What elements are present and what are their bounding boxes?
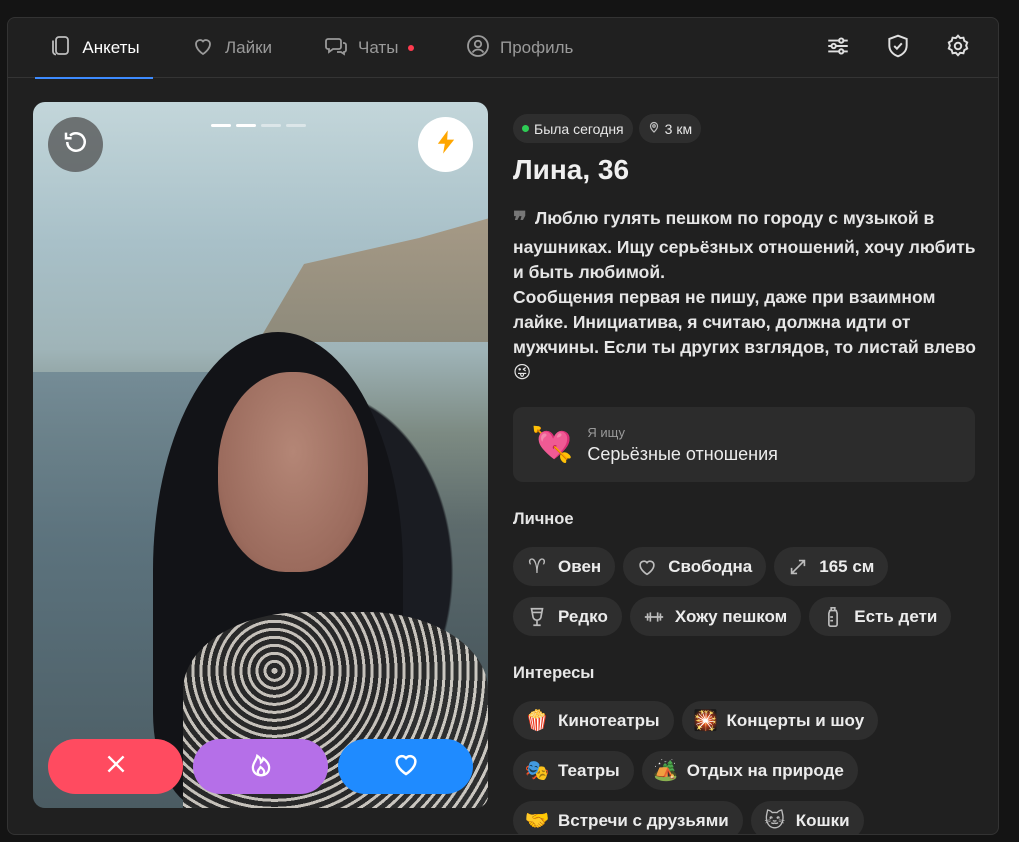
profile-photo[interactable]	[33, 102, 488, 808]
seeking-label: Я ищу	[587, 424, 625, 440]
dumbbell-icon	[641, 604, 667, 630]
top-navigation: Анкеты Лайки Чаты Профиль	[8, 18, 998, 79]
chip-label: Редко	[558, 606, 608, 626]
boost-button[interactable]	[418, 117, 473, 172]
location-pin-icon	[648, 120, 660, 137]
undo-button[interactable]	[48, 117, 103, 172]
baby-bottle-icon	[820, 604, 846, 630]
tab-profile[interactable]: Профиль	[466, 18, 573, 78]
popcorn-icon: 🍿	[524, 710, 550, 732]
status-badge: Была сегодня	[513, 114, 633, 143]
bio-text: Люблю гулять пешком по городу с музыкой …	[513, 208, 976, 382]
chip-height: 165 см	[774, 547, 889, 586]
app-window: Анкеты Лайки Чаты Профиль Была сегодня 3…	[7, 17, 999, 835]
fireworks-icon: 🎇	[693, 710, 718, 732]
chip-label: 165 см	[819, 556, 875, 576]
chip-label: Хожу пешком	[674, 606, 788, 626]
aries-icon: ♈︎	[528, 556, 546, 578]
quote-icon: ❞	[513, 207, 527, 237]
photo-progress-segment	[286, 124, 306, 127]
photo-progress	[211, 124, 306, 127]
super-like-button[interactable]	[193, 739, 328, 794]
interests-title: Интересы	[513, 664, 595, 682]
photo-hill	[258, 218, 488, 342]
tab-chats[interactable]: Чаты	[324, 18, 415, 78]
tab-profile-label: Профиль	[500, 38, 574, 57]
chip-label: Свободна	[668, 556, 753, 576]
heart-icon	[391, 749, 421, 784]
safety-button[interactable]	[884, 34, 912, 62]
like-button[interactable]	[338, 739, 473, 794]
photo-progress-segment	[261, 124, 281, 127]
chip-interest: 🎭 Театры	[513, 751, 634, 790]
height-icon	[785, 554, 811, 580]
status-text: Была сегодня	[534, 120, 624, 137]
heart-outline-icon	[634, 554, 660, 580]
profile-info: Была сегодня 3 км Лина, 36 ❞ Люблю гулять…	[513, 114, 978, 834]
online-dot	[522, 125, 529, 132]
chip-interest: 🤝 Встречи с друзьями	[513, 801, 743, 834]
chip-alcohol: Редко	[513, 597, 622, 636]
chip-label: Отдых на природе	[686, 760, 844, 780]
undo-icon	[61, 127, 91, 162]
photo-face	[218, 372, 368, 572]
meta-row: Была сегодня 3 км	[513, 114, 978, 143]
fire-icon	[246, 749, 276, 784]
tab-likes-label: Лайки	[225, 38, 273, 57]
chip-label: Концерты и шоу	[726, 710, 865, 730]
chip-interest: 🏕️ Отдых на природе	[641, 751, 858, 790]
lightning-icon	[432, 128, 460, 161]
personal-title: Личное	[513, 510, 574, 528]
close-icon	[103, 751, 129, 782]
chip-label: Театры	[558, 760, 620, 780]
chip-interest: 🐱 Кошки	[750, 801, 864, 834]
photo-progress-segment	[211, 124, 231, 127]
dislike-button[interactable]	[48, 739, 183, 794]
heart-arrow-icon: 💘	[531, 425, 574, 464]
cat-icon: 🐱	[764, 810, 786, 832]
theater-masks-icon: 🎭	[524, 760, 550, 782]
tab-profiles[interactable]: Анкеты	[35, 18, 153, 79]
shield-icon	[885, 33, 911, 64]
chip-interest: 🎇 Концерты и шоу	[681, 701, 879, 740]
chip-relationship: Свободна	[623, 547, 767, 586]
personal-chips: ♈︎ Овен Свободна 165 см Редко Хожу пешко…	[513, 547, 978, 636]
photo-progress-segment	[236, 124, 256, 127]
settings-button[interactable]	[944, 33, 972, 64]
seeking-value: Серьёзные отношения	[587, 443, 778, 464]
chip-label: Овен	[558, 556, 602, 576]
tab-likes[interactable]: Лайки	[191, 18, 272, 78]
chip-label: Есть дети	[854, 606, 938, 626]
distance-text: 3 км	[664, 120, 693, 137]
distance-badge: 3 км	[638, 114, 702, 143]
interest-chips: 🍿 Кинотеатры 🎇 Концерты и шоу 🎭 Театры 🏕…	[513, 701, 978, 834]
profile-bio: ❞ Люблю гулять пешком по городу с музыкой…	[513, 206, 978, 385]
chip-sport: Хожу пешком	[629, 597, 802, 636]
chip-label: Кошки	[795, 810, 850, 830]
chat-icon	[324, 34, 348, 63]
profile-icon	[466, 34, 490, 63]
seeking-text: Я ищу Серьёзные отношения	[587, 425, 778, 465]
chip-zodiac: ♈︎ Овен	[513, 547, 616, 586]
chip-label: Кинотеатры	[558, 710, 660, 730]
tab-chats-label: Чаты	[358, 38, 399, 57]
heart-icon	[191, 34, 215, 63]
settings-icon	[945, 33, 971, 64]
unread-dot	[408, 45, 415, 51]
chip-label: Встречи с друзьями	[558, 810, 729, 830]
glass-icon	[524, 604, 550, 630]
profile-name: Лина, 36	[513, 154, 630, 185]
cards-icon	[48, 34, 72, 63]
filters-icon	[825, 33, 851, 64]
seeking-card: 💘 Я ищу Серьёзные отношения	[513, 407, 975, 482]
camping-icon: 🏕️	[653, 760, 679, 782]
chip-interest: 🍿 Кинотеатры	[513, 701, 674, 740]
chip-children: Есть дети	[809, 597, 952, 636]
filters-button[interactable]	[824, 34, 852, 62]
handshake-icon: 🤝	[524, 810, 550, 832]
tab-profiles-label: Анкеты	[82, 38, 140, 57]
